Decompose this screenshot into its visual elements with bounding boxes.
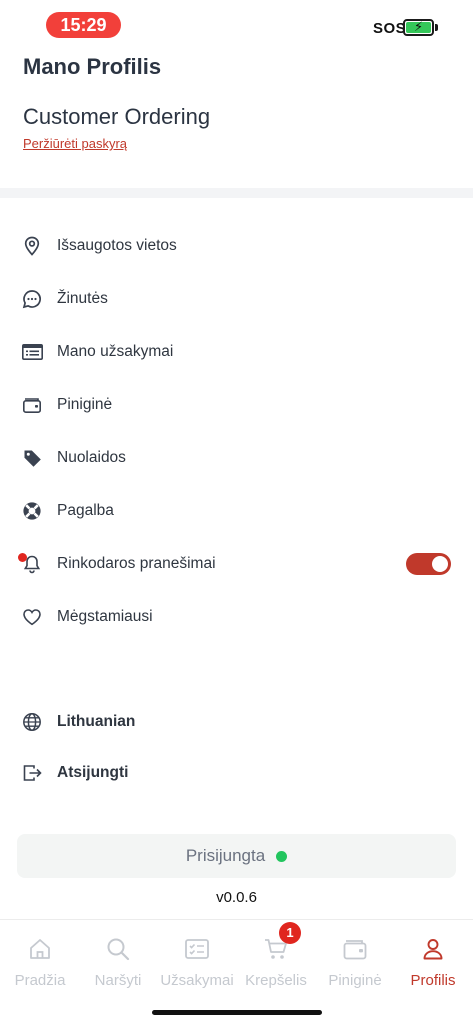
page-title: Mano Profilis	[23, 54, 162, 79]
wallet-icon	[316, 932, 394, 966]
bell-icon	[18, 553, 43, 575]
connection-status: Prisijungta	[17, 834, 456, 878]
home-indicator	[152, 1010, 322, 1015]
toggle-knob	[432, 556, 448, 572]
section-divider	[0, 188, 473, 198]
menu-item-favorites[interactable]: Mėgstamiausi	[0, 591, 473, 643]
location-pin-icon	[21, 235, 43, 257]
status-bar: 15:29 SOS ⚡	[0, 0, 473, 48]
sos-indicator: SOS	[373, 20, 407, 37]
logout-icon	[21, 762, 43, 784]
tab-home[interactable]: Pradžia	[1, 932, 79, 992]
status-time: 15:29	[46, 12, 121, 38]
menu-item-label: Atsijungti	[57, 764, 129, 781]
tag-icon	[21, 447, 43, 469]
tab-cart[interactable]: Krepšelis	[237, 932, 315, 992]
menu-item-label: Mėgstamiausi	[57, 608, 153, 625]
marketing-notifications-toggle[interactable]	[406, 553, 451, 575]
tab-label: Piniginė	[328, 972, 382, 989]
menu-item-my-orders[interactable]: Mano užsakymai	[0, 326, 473, 378]
user-icon	[394, 932, 472, 966]
account-name: Customer Ordering	[23, 104, 211, 129]
menu-item-messages[interactable]: Žinutės	[0, 273, 473, 325]
menu-item-marketing-notifications: Rinkodaros pranešimai	[0, 538, 473, 590]
tab-browse[interactable]: Naršyti	[79, 932, 157, 992]
menu-item-saved-places[interactable]: Išsaugotos vietos	[0, 220, 473, 272]
app-version: v0.0.6	[216, 889, 257, 906]
menu-item-label: Nuolaidos	[57, 449, 126, 466]
tab-label: Profilis	[410, 972, 456, 989]
cart-badge: 1	[279, 922, 301, 944]
orders-icon	[158, 932, 236, 966]
lifebuoy-icon	[21, 500, 43, 522]
wallet-icon	[21, 394, 43, 416]
tab-orders[interactable]: Užsakymai	[158, 932, 236, 992]
menu-item-discounts[interactable]: Nuolaidos	[0, 432, 473, 484]
menu-item-label: Pagalba	[57, 502, 114, 519]
battery-tip	[435, 24, 438, 31]
globe-icon	[21, 711, 43, 733]
menu-item-label: Žinutės	[57, 290, 108, 307]
orders-list-icon	[21, 341, 43, 363]
tab-label: Pradžia	[14, 972, 66, 989]
battery-icon: ⚡	[403, 19, 434, 36]
view-account-link[interactable]: Peržiūrėti paskyrą	[23, 136, 127, 151]
menu-item-label: Rinkodaros pranešimai	[57, 555, 216, 572]
cart-icon	[237, 932, 315, 966]
tab-profile[interactable]: Profilis	[394, 932, 472, 992]
menu-item-label: Lithuanian	[57, 713, 136, 730]
menu-item-label: Išsaugotos vietos	[57, 237, 177, 254]
tab-wallet[interactable]: Piniginė	[316, 932, 394, 992]
search-icon	[79, 932, 157, 966]
notification-dot	[18, 553, 27, 562]
tab-label: Užsakymai	[160, 972, 234, 989]
home-icon	[1, 932, 79, 966]
menu-item-label: Piniginė	[57, 396, 113, 413]
menu-item-wallet[interactable]: Piniginė	[0, 379, 473, 431]
menu-item-language[interactable]: Lithuanian	[0, 696, 473, 748]
menu-item-help[interactable]: Pagalba	[0, 485, 473, 537]
heart-icon	[21, 606, 43, 628]
chat-bubble-icon	[21, 288, 43, 310]
bottom-tab-bar: Pradžia Naršyti Užsakymai Krepšelis Pini…	[0, 919, 473, 1024]
connection-status-dot	[276, 850, 288, 862]
tab-label: Naršyti	[94, 972, 142, 989]
menu-item-logout[interactable]: Atsijungti	[0, 747, 473, 799]
tab-label: Krepšelis	[245, 972, 307, 989]
connection-status-text: Prisijungta	[185, 846, 266, 865]
menu-item-label: Mano užsakymai	[57, 343, 174, 360]
